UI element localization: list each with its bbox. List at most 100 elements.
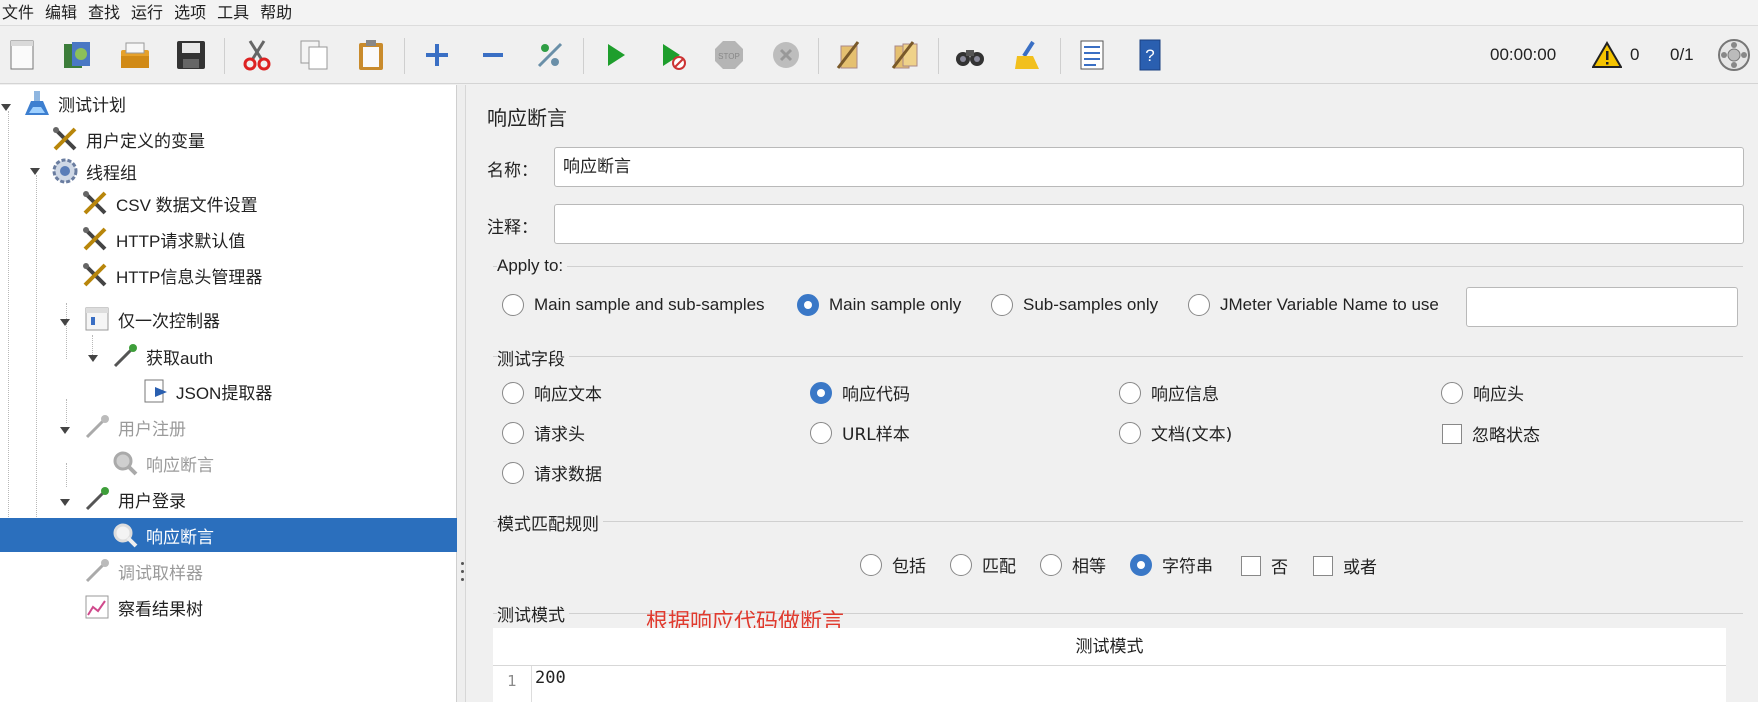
jmeter-variable-input[interactable] (1466, 287, 1738, 327)
expand-toggle[interactable] (59, 421, 71, 434)
tree-node-get-auth[interactable]: 获取auth (110, 339, 213, 373)
pattern-value[interactable]: 200 (535, 668, 566, 688)
new-button[interactable] (3, 36, 41, 74)
radio-document-text[interactable]: 文档(文本) (1119, 420, 1232, 445)
sampler-pipette-icon (82, 412, 112, 442)
function-helper-button[interactable] (1073, 36, 1111, 74)
radio-response-headers[interactable]: 响应头 (1441, 380, 1524, 405)
stop-icon: STOP (715, 41, 743, 69)
elapsed-timer: 00:00:00 (1490, 45, 1557, 64)
sampler-pipette-icon (82, 484, 112, 514)
expand-all-button[interactable] (418, 36, 456, 74)
expand-icon (426, 44, 448, 66)
menu-tools[interactable]: 工具 (215, 2, 256, 24)
tree-node-user-register[interactable]: 用户注册 (82, 410, 186, 444)
start-icon (608, 44, 625, 66)
shutdown-button[interactable] (767, 36, 805, 74)
tree-node-once-controller[interactable]: 仅一次控制器 (82, 302, 220, 336)
radio-request-headers[interactable]: 请求头 (502, 420, 585, 445)
tools-icon (80, 260, 110, 290)
radio-contains[interactable]: 包括 (860, 552, 926, 577)
paste-button[interactable] (352, 36, 390, 74)
tree-node-json-extractor[interactable]: JSON提取器 (140, 374, 272, 408)
radio-main-only[interactable]: Main sample only (797, 294, 961, 316)
menu-search[interactable]: 查找 (86, 2, 127, 24)
radio-sub-only[interactable]: Sub-samples only (991, 294, 1158, 316)
help-button[interactable]: ? (1130, 36, 1168, 74)
templates-button[interactable] (58, 36, 96, 74)
name-input[interactable]: 响应断言 (554, 147, 1744, 187)
search-button[interactable] (951, 36, 989, 74)
tools-icon (50, 124, 80, 154)
chevron-down-icon (30, 168, 40, 175)
menu-help[interactable]: 帮助 (258, 2, 299, 24)
paste-icon (359, 40, 383, 70)
line-number: 1 (493, 666, 532, 702)
name-label: 名称： (487, 161, 538, 181)
radio-request-data[interactable]: 请求数据 (502, 460, 602, 485)
tree-node-thread-group[interactable]: 线程组 (50, 154, 137, 188)
svg-text:STOP: STOP (718, 52, 740, 61)
copy-icon (300, 40, 328, 70)
tree-node-csv-config[interactable]: CSV 数据文件设置 (80, 186, 258, 220)
radio-main-and-sub[interactable]: Main sample and sub-samples (502, 294, 765, 316)
toggle-button[interactable] (531, 36, 569, 74)
tree-node-user-login[interactable]: 用户登录 (82, 482, 186, 516)
start-button[interactable] (596, 36, 634, 74)
tree-node-header-manager[interactable]: HTTP信息头管理器 (80, 258, 262, 292)
radio-jmeter-variable[interactable]: JMeter Variable Name to use (1188, 294, 1439, 316)
assertion-magnifier-icon (110, 448, 140, 478)
save-button[interactable] (172, 36, 210, 74)
remote-status-indicator (1717, 26, 1751, 84)
open-button[interactable] (116, 36, 154, 74)
expand-toggle[interactable] (29, 162, 41, 175)
radio-response-message[interactable]: 响应信息 (1119, 380, 1219, 405)
cut-icon (243, 40, 271, 71)
warning-indicator[interactable]: 0 (1592, 26, 1639, 84)
expand-toggle[interactable] (59, 313, 71, 326)
toggle-icon (537, 42, 563, 68)
comment-label: 注释： (487, 218, 538, 238)
checkbox-ignore-status[interactable]: 忽略状态 (1442, 421, 1540, 446)
radio-response-text[interactable]: 响应文本 (502, 380, 602, 405)
radio-response-code[interactable]: 响应代码 (810, 380, 910, 405)
checkbox-not[interactable]: 否 (1241, 553, 1288, 578)
radio-matches[interactable]: 匹配 (950, 552, 1016, 577)
copy-button[interactable] (295, 36, 333, 74)
expand-toggle[interactable] (59, 493, 71, 506)
tree-node-user-variables[interactable]: 用户定义的变量 (50, 122, 205, 156)
start-no-pause-icon (663, 44, 686, 70)
expand-toggle[interactable] (0, 98, 12, 111)
page-title: 响应断言 (487, 106, 567, 130)
extractor-icon (140, 376, 170, 406)
tree-node-test-plan[interactable]: 测试计划 (22, 86, 126, 120)
split-divider[interactable] (457, 85, 466, 702)
collapse-all-button[interactable] (474, 36, 512, 74)
menu-options[interactable]: 选项 (172, 2, 213, 24)
cut-button[interactable] (238, 36, 276, 74)
pattern-editor[interactable] (493, 666, 1726, 702)
reset-search-button[interactable] (1009, 36, 1047, 74)
clear-button[interactable] (830, 36, 868, 74)
menu-file[interactable]: 文件 (0, 2, 41, 24)
expand-toggle[interactable] (87, 349, 99, 362)
radio-equals[interactable]: 相等 (1040, 552, 1106, 577)
start-no-pauses-button[interactable] (653, 36, 691, 74)
menu-run[interactable]: 运行 (129, 2, 170, 24)
warning-count: 0 (1630, 45, 1640, 64)
tree-node-result-tree[interactable]: 察看结果树 (82, 590, 203, 624)
stop-button[interactable]: STOP (710, 36, 748, 74)
help-icon: ? (1139, 39, 1161, 71)
comment-input[interactable] (554, 204, 1744, 244)
tree-node-register-assertion[interactable]: 响应断言 (110, 446, 214, 480)
checkbox-or[interactable]: 或者 (1313, 553, 1377, 578)
menu-edit[interactable]: 编辑 (43, 2, 84, 24)
tree-node-debug-sampler[interactable]: 调试取样器 (82, 554, 203, 588)
clear-all-button[interactable] (887, 36, 925, 74)
radio-substring[interactable]: 字符串 (1130, 552, 1213, 577)
chevron-down-icon (60, 319, 70, 326)
radio-url-sample[interactable]: URL样本 (810, 420, 910, 445)
assertion-magnifier-icon (110, 520, 140, 550)
tree-node-http-defaults[interactable]: HTTP请求默认值 (80, 222, 245, 256)
tree-node-login-assertion[interactable]: 响应断言 (0, 518, 457, 552)
